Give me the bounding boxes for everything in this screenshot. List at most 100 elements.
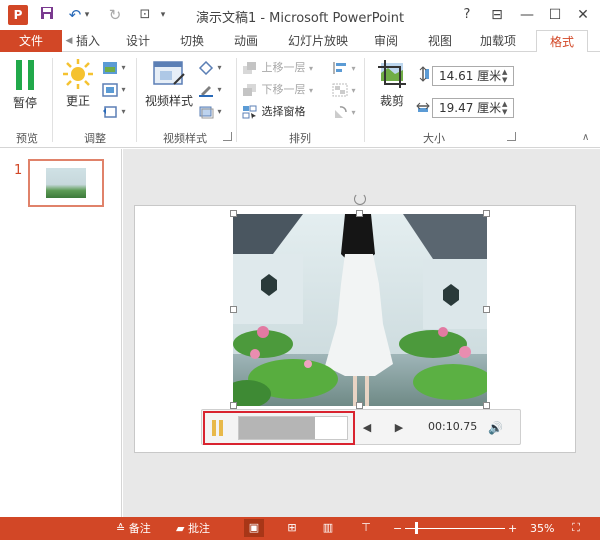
save-icon[interactable] (38, 6, 56, 24)
group-label-video-styles: 视频样式 (163, 132, 207, 145)
ribbon-display-options-icon[interactable]: ⊟ (486, 4, 508, 26)
sun-icon (63, 59, 93, 89)
undo-dropdown-icon[interactable]: ▾ (82, 6, 92, 24)
resize-handle[interactable] (356, 210, 363, 217)
ribbon: 暂停 预览 更正 ▾ ▾ ▾ 调整 视频样式 ▾ ▾ ▾ 视频样式 上移一层 ▾… (0, 52, 600, 148)
title-bar: P ↶ ▾ ↻ ⊡ ▾ 演示文稿1 - Microsoft PowerPoint… (0, 0, 600, 30)
corrections-button[interactable]: 更正 (60, 58, 96, 109)
customize-qat-icon[interactable]: ▾ (158, 6, 168, 24)
tab-format[interactable]: 格式 (536, 30, 588, 53)
reset-design-button[interactable]: ▾ (102, 102, 126, 122)
pause-playback-button[interactable] (210, 420, 226, 436)
zoom-level[interactable]: 35% (530, 521, 554, 537)
status-bar: ≙ 备注 ▰ 批注 ▣ ⊞ ▥ ⊤ − + 35% ⛶ (0, 517, 600, 540)
tab-insert[interactable]: 插入 (74, 30, 102, 52)
size-launcher-icon[interactable] (507, 132, 516, 141)
rotate-handle-icon[interactable] (354, 193, 366, 205)
tab-slideshow[interactable]: 幻灯片放映 (278, 30, 358, 52)
slideshow-view-icon[interactable]: ⊤ (356, 519, 376, 537)
height-spinner-icon[interactable]: ▲ ▼ (502, 68, 511, 84)
zoom-in-icon[interactable]: + (508, 521, 517, 537)
zoom-slider-thumb[interactable] (415, 522, 418, 534)
tab-review[interactable]: 审阅 (364, 30, 408, 52)
zoom-slider[interactable] (405, 528, 505, 529)
playback-progress-bar[interactable] (238, 416, 348, 440)
width-field[interactable]: 19.47 厘米 ▲ ▼ (432, 98, 514, 118)
tab-animations[interactable]: 动画 (224, 30, 268, 52)
skip-forward-icon[interactable]: ▶ (392, 421, 406, 435)
color-button[interactable]: ▾ (102, 58, 126, 78)
resize-handle[interactable] (356, 402, 363, 409)
thumbnail-video-image (46, 168, 86, 198)
pause-icon (16, 60, 34, 90)
bring-forward-icon (243, 62, 256, 74)
width-spinner-icon[interactable]: ▲ ▼ (502, 100, 511, 116)
color-icon (103, 62, 117, 74)
comments-label: 批注 (187, 522, 210, 535)
dropdown-arrow-icon: ▾ (217, 85, 222, 94)
resize-handle[interactable] (230, 306, 237, 313)
reading-view-icon[interactable]: ▥ (318, 519, 338, 537)
video-effects-button[interactable]: ▾ (198, 102, 222, 122)
notes-button[interactable]: ≙ 备注 (116, 521, 151, 537)
video-styles-icon (153, 61, 185, 85)
normal-view-icon[interactable]: ▣ (244, 519, 264, 537)
poster-frame-button[interactable]: ▾ (102, 80, 126, 100)
video-frame[interactable] (233, 214, 487, 406)
tab-transitions[interactable]: 切换 (170, 30, 214, 52)
slide[interactable]: ◀ ▶ 00:10.75 🔊 (134, 193, 576, 453)
resize-handle[interactable] (230, 402, 237, 409)
group-objects-icon (332, 83, 348, 97)
dropdown-arrow-icon: ▾ (121, 107, 126, 116)
dropdown-arrow-icon: ▾ (217, 107, 222, 116)
start-slideshow-icon[interactable]: ⊡ (136, 6, 154, 24)
slide-thumbnail-pane: 1 (0, 149, 122, 517)
tab-file[interactable]: 文件 (0, 30, 62, 52)
powerpoint-app-icon[interactable]: P (8, 5, 28, 25)
reset-design-icon (103, 106, 117, 118)
fit-slide-icon[interactable]: ⛶ (566, 519, 586, 537)
resize-handle[interactable] (483, 210, 490, 217)
video-shape-button[interactable]: ▾ (198, 58, 222, 78)
group-objects-button[interactable]: ▾ (332, 80, 356, 100)
resize-handle[interactable] (483, 306, 490, 313)
zoom-out-icon[interactable]: − (393, 521, 402, 537)
pause-label: 暂停 (12, 96, 37, 110)
video-styles-button[interactable]: 视频样式 (142, 58, 196, 109)
slide-thumbnail[interactable] (28, 159, 104, 207)
redo-icon[interactable]: ↻ (106, 6, 124, 24)
align-button[interactable]: ▾ (332, 58, 356, 78)
resize-handle[interactable] (230, 210, 237, 217)
close-button[interactable]: ✕ (572, 4, 594, 26)
width-icon (416, 102, 430, 112)
playback-time: 00:10.75 (428, 420, 478, 433)
send-backward-icon (243, 84, 256, 96)
notes-icon: ≙ (116, 522, 126, 535)
send-backward-button[interactable]: 下移一层 ▾ (242, 80, 313, 100)
height-field[interactable]: 14.61 厘米 ▲ ▼ (432, 66, 514, 86)
comments-button[interactable]: ▰ 批注 (176, 521, 210, 537)
pause-button[interactable]: 暂停 (10, 58, 40, 111)
video-effects-icon (199, 106, 214, 119)
poster-frame-icon (102, 83, 118, 97)
rotate-button[interactable]: ▾ (332, 102, 356, 122)
tab-view[interactable]: 视图 (418, 30, 462, 52)
minimize-button[interactable]: — (516, 4, 538, 26)
video-styles-launcher-icon[interactable] (223, 132, 232, 141)
corrections-label: 更正 (65, 94, 90, 108)
restore-button[interactable]: ☐ (544, 4, 566, 26)
video-border-button[interactable]: ▾ (198, 80, 222, 100)
tab-addins[interactable]: 加载项 (470, 30, 526, 52)
tab-design[interactable]: 设计 (118, 30, 158, 52)
skip-back-icon[interactable]: ◀ (360, 421, 374, 435)
selection-pane-button[interactable]: 选择窗格 (242, 102, 306, 122)
height-value: 14.61 厘米 (439, 69, 502, 83)
bring-forward-button[interactable]: 上移一层 ▾ (242, 58, 313, 78)
slide-sorter-view-icon[interactable]: ⊞ (282, 519, 302, 537)
resize-handle[interactable] (483, 402, 490, 409)
crop-button[interactable]: 裁剪 (372, 58, 412, 109)
help-icon[interactable]: ? (456, 4, 478, 26)
collapse-ribbon-icon[interactable]: ∧ (582, 132, 589, 143)
dropdown-arrow-icon: ▾ (309, 64, 314, 73)
volume-icon[interactable]: 🔊 (488, 421, 503, 435)
